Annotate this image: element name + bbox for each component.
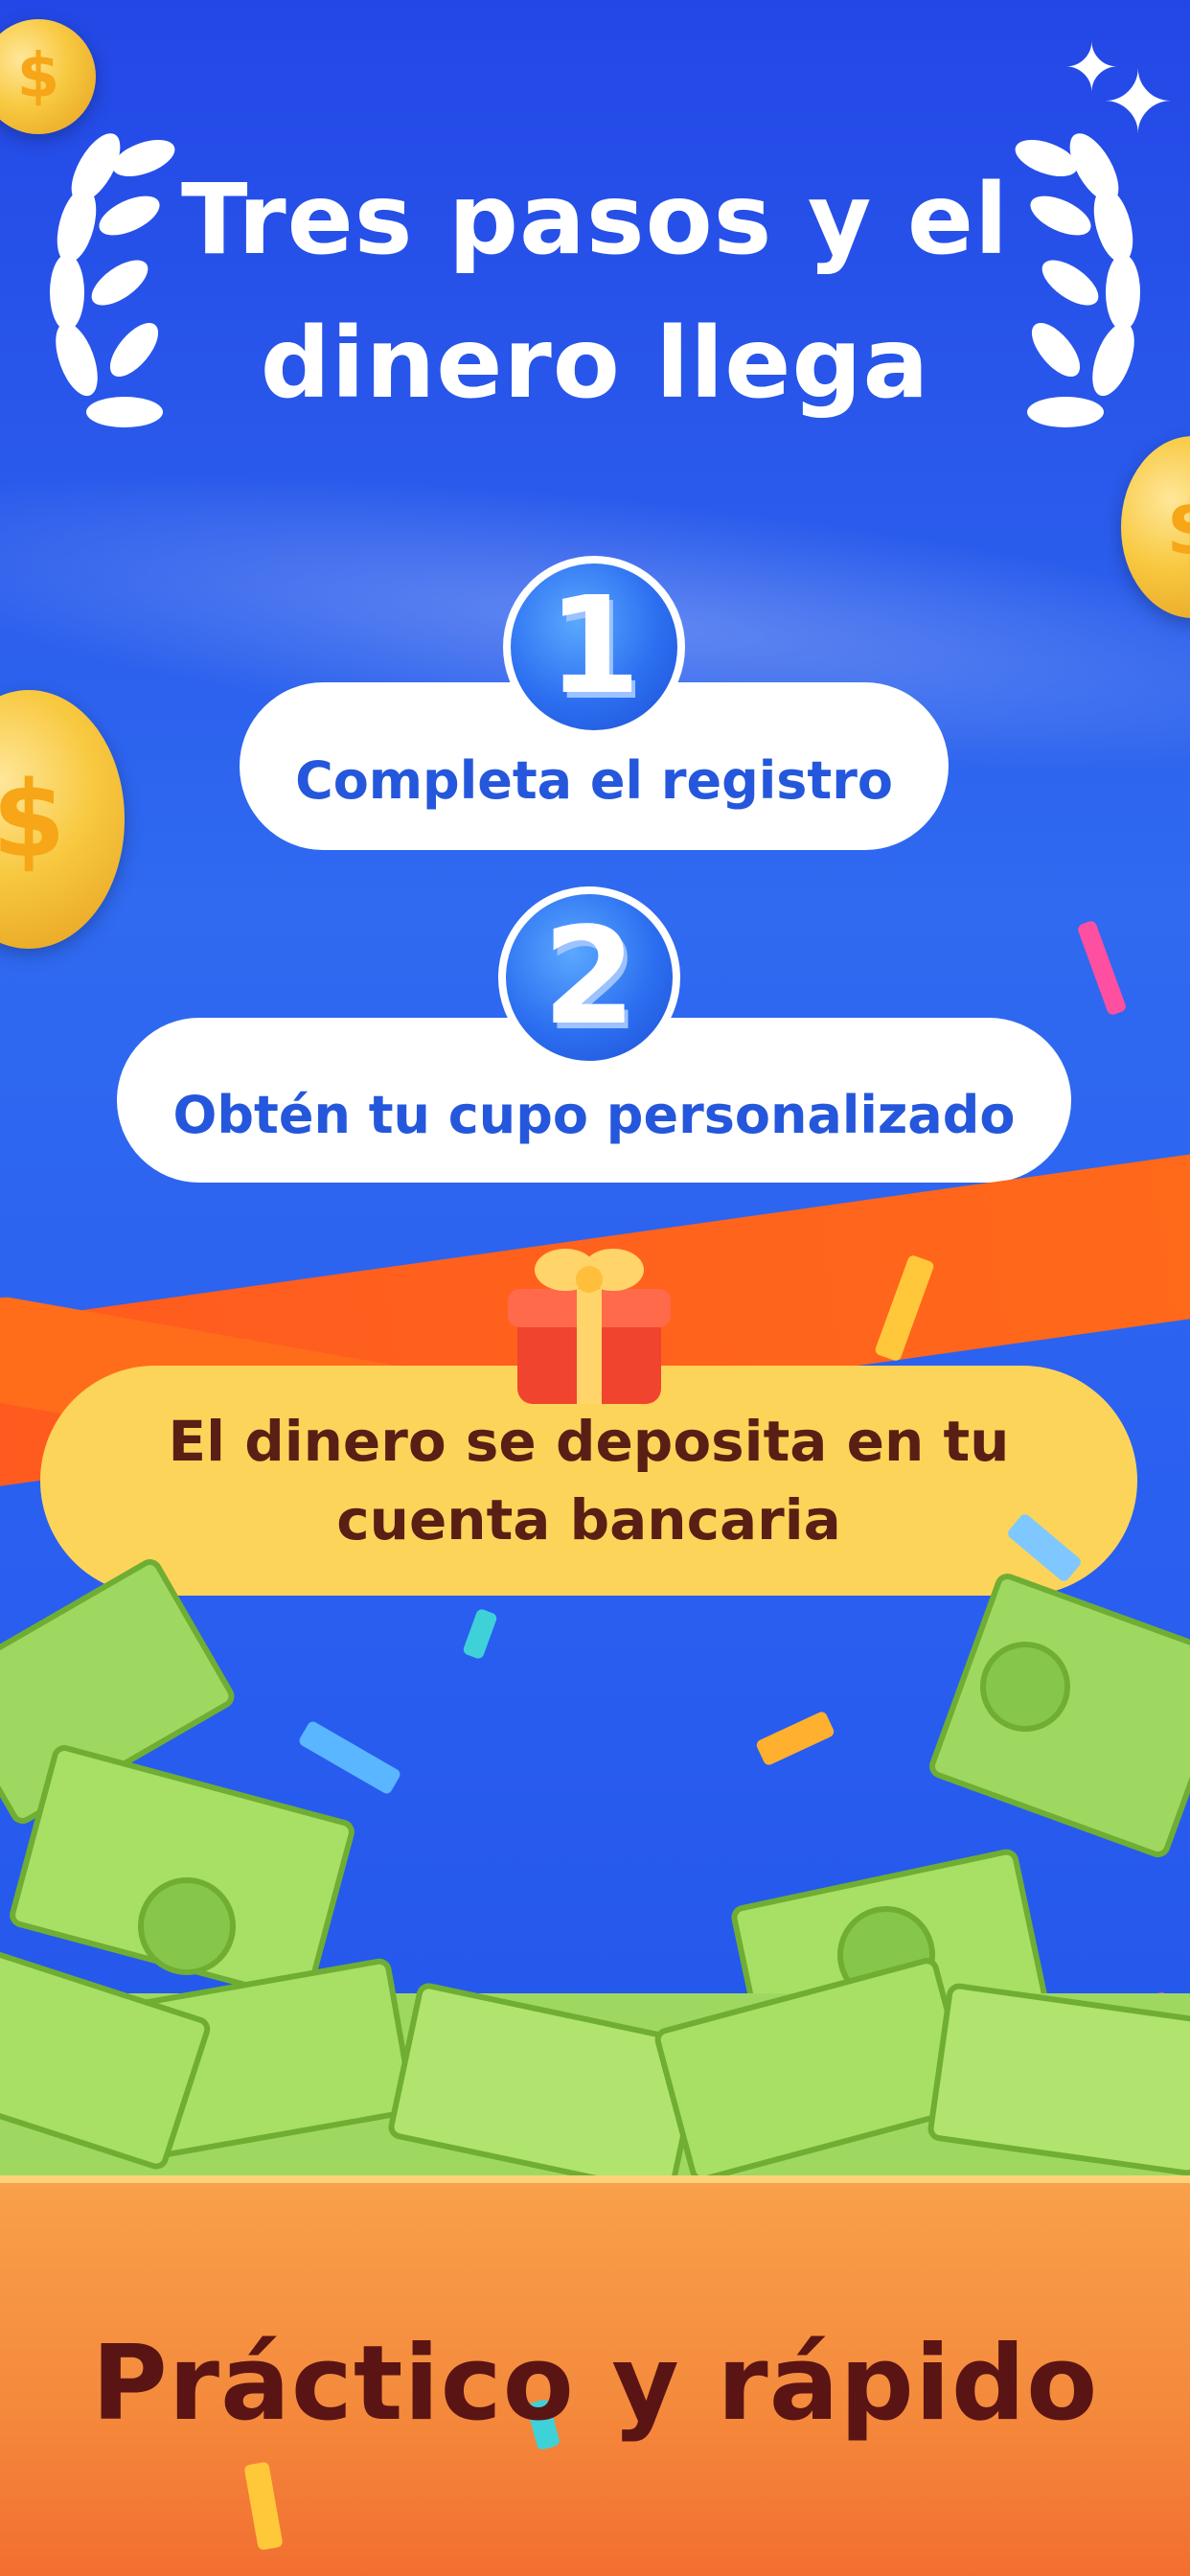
step-1-badge: 1: [503, 556, 685, 738]
title-line-1: Tres pasos y el: [180, 163, 1010, 277]
step-2-label: Obtén tu cupo personalizado: [172, 1084, 1016, 1145]
promo-page: $ $ $ ✦ ✦ Tres: [0, 0, 1190, 2576]
page-title: Tres pasos y el dinero llega: [0, 149, 1190, 436]
coin-icon: $: [0, 690, 125, 949]
title-line-2: dinero llega: [260, 307, 930, 421]
footer-slogan: Práctico y rápido: [91, 2324, 1099, 2444]
confetti: [1076, 919, 1128, 1017]
step-2-badge: 2: [498, 886, 680, 1069]
gift-icon: [508, 1249, 671, 1404]
coin-icon: $: [0, 19, 96, 134]
final-step-line-1: El dinero se deposita en tu: [168, 1409, 1010, 1474]
step-1-label: Completa el registro: [295, 750, 893, 811]
cash-icon: [0, 1559, 1190, 2204]
